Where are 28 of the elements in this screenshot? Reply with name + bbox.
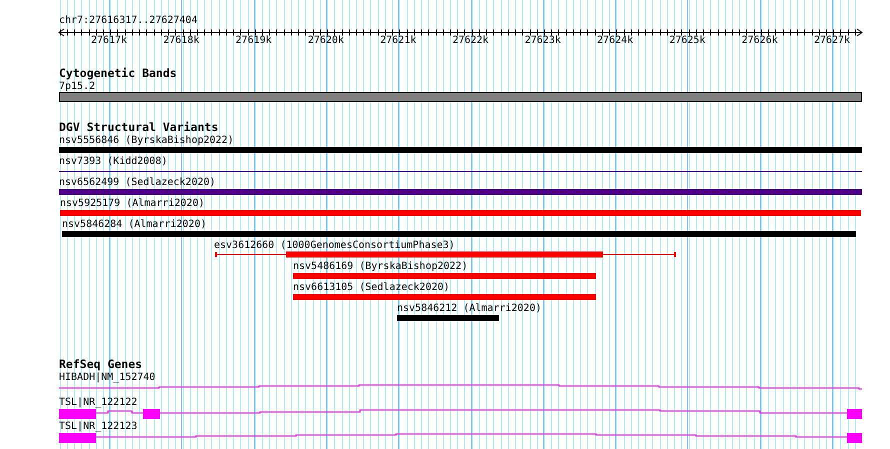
ruler-tick-label: 27620k — [308, 35, 344, 47]
variant-label: nsv5925179 (Almarri2020) — [60, 197, 204, 210]
variant-label: nsv7393 (Kidd2008) — [59, 155, 168, 168]
ruler-tick-label: 27626k — [742, 35, 778, 47]
track-title: RefSeq Genes — [59, 358, 142, 371]
ruler-tick-label: 27627k — [814, 35, 850, 47]
gene-label: TSL|NR_122122 — [59, 396, 138, 409]
ruler-tick-label: 27617k — [90, 35, 128, 47]
variant-label: nsv6613105 (Sedlazeck2020) — [293, 281, 450, 294]
band-label: 7p15.2 — [59, 80, 96, 93]
variant-label: nsv6562499 (Sedlazeck2020) — [59, 176, 216, 189]
ruler-tick-label: 27624k — [597, 35, 634, 47]
gene-label: TSL|NR_122123 — [59, 420, 138, 433]
track-title: Cytogenetic Bands — [59, 67, 177, 80]
ruler-tick-label: 27618k — [163, 35, 200, 47]
variant-label: nsv5846212 (Almarri2020) — [397, 302, 542, 315]
track-title: DGV Structural Variants — [59, 121, 218, 134]
gene-label: HIBADH|NM_152740 — [59, 371, 156, 384]
variant-label: esv3612660 (1000GenomesConsortiumPhase3) — [214, 239, 455, 252]
ruler-tick-label: 27619k — [236, 35, 272, 47]
variant-label: nsv5846284 (Almarri2020) — [62, 218, 206, 231]
variant-label: nsv5486169 (ByrskaBishop2022) — [293, 260, 468, 273]
ruler-tick-label: 27622k — [452, 35, 489, 47]
location-label: chr7:27616317..27627404 — [59, 14, 198, 27]
variant-label: nsv5556846 (ByrskaBishop2022) — [59, 134, 234, 147]
ruler-tick-label: 27625k — [669, 35, 706, 47]
ruler-tick-label: 27621k — [380, 35, 416, 47]
ruler-tick-label: 27623k — [524, 35, 561, 47]
